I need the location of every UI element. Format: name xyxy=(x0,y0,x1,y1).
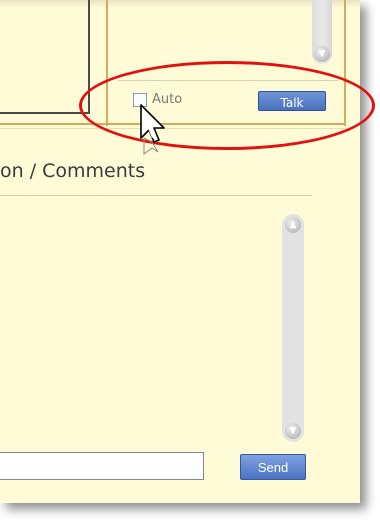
highlight-ellipse xyxy=(79,61,375,150)
video-panel xyxy=(0,0,90,114)
comments-scrollbar[interactable]: ▲ ▼ xyxy=(282,214,304,442)
title-underline xyxy=(0,195,312,196)
chevron-down-icon[interactable]: ▼ xyxy=(314,46,330,62)
chevron-up-icon[interactable]: ▲ xyxy=(285,217,301,233)
send-button[interactable]: Send xyxy=(240,454,306,480)
talk-scrollbar[interactable]: ▼ xyxy=(312,0,332,64)
comments-section-title: on / Comments xyxy=(0,160,146,182)
mouse-pointer-icon xyxy=(140,104,165,155)
message-input[interactable] xyxy=(0,452,204,480)
chevron-down-icon[interactable]: ▼ xyxy=(285,423,301,439)
